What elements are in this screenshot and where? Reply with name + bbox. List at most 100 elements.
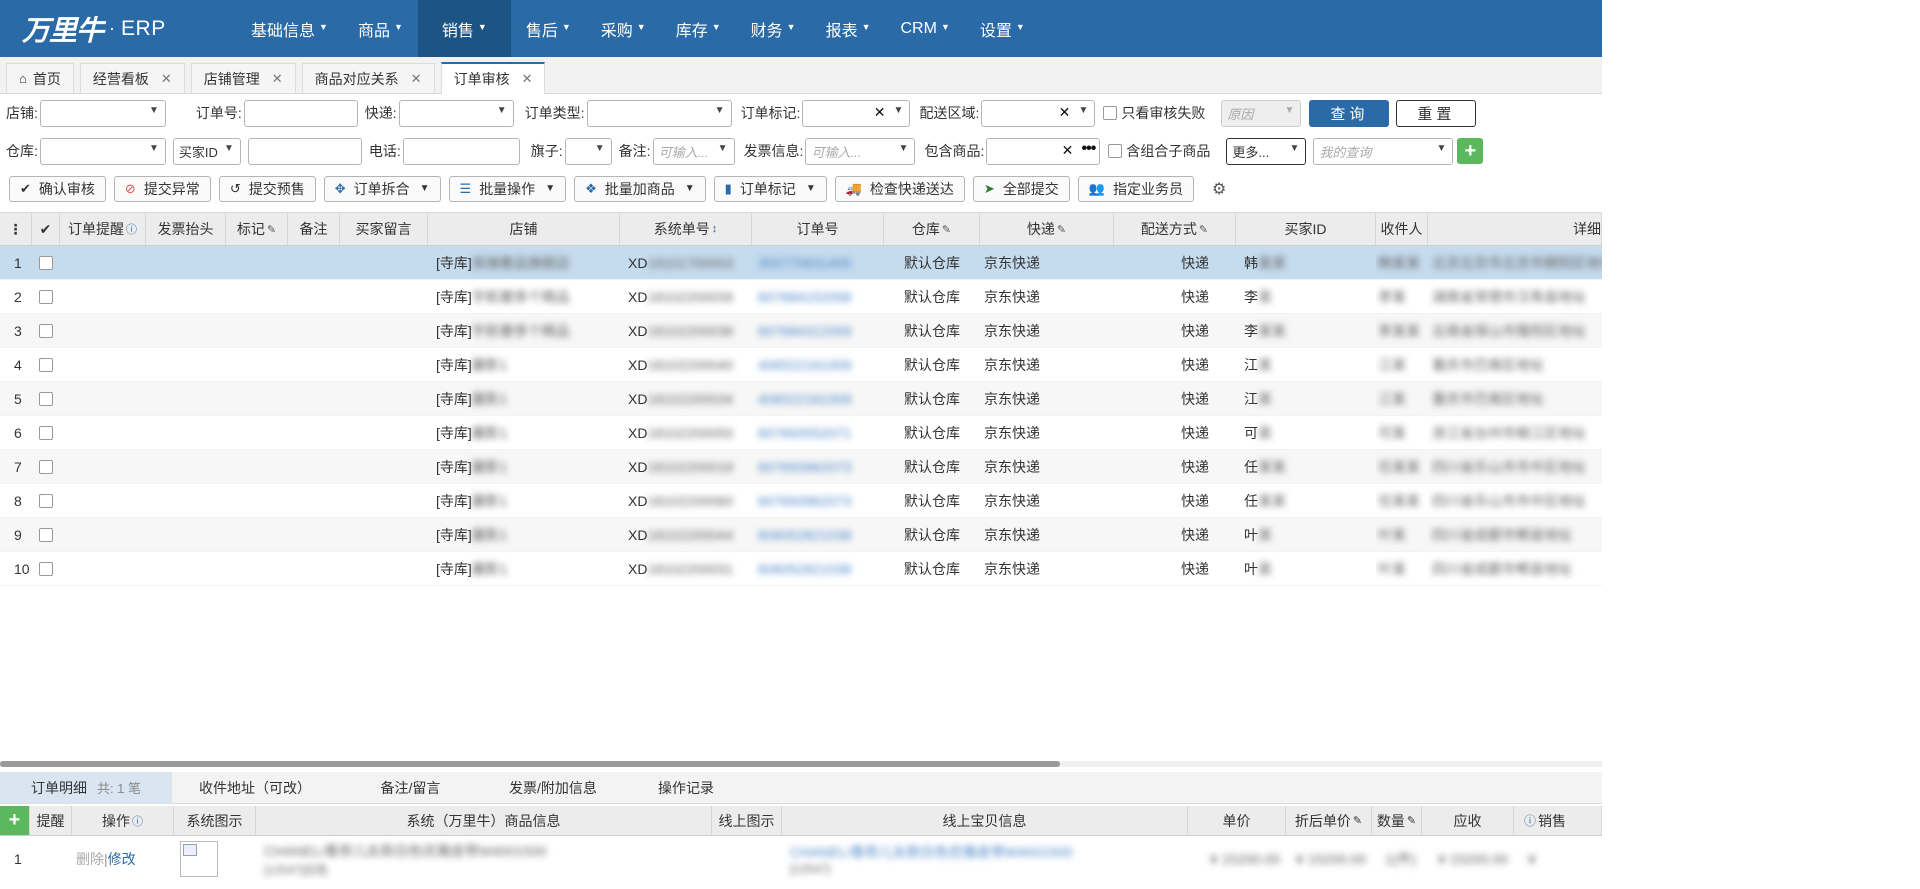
tab-order-detail[interactable]: 订单明细 共: 1 笔 <box>0 772 172 803</box>
order-type-select[interactable]: ▼ <box>586 99 732 127</box>
col-buyer-id[interactable]: 买家ID <box>1236 213 1376 245</box>
shop-select[interactable]: ▼ <box>39 99 166 127</box>
contains-goods-select[interactable]: ✕ ••• <box>986 137 1101 165</box>
close-icon[interactable]: ✕ <box>522 71 533 87</box>
add-detail-button[interactable]: + <box>0 806 30 835</box>
express-select[interactable]: ▼ <box>398 99 514 127</box>
more-dots-icon[interactable]: ••• <box>1082 140 1097 158</box>
only-failed-checkbox[interactable] <box>1103 106 1118 120</box>
dcol-unit-price[interactable]: 单价 <box>1188 806 1286 835</box>
col-mark[interactable]: 标记 ✎ <box>226 213 288 245</box>
remark-select[interactable]: 可输入... ▼ <box>652 137 735 165</box>
order-no-link[interactable]: 607693962073 <box>758 459 851 475</box>
clear-icon[interactable]: ✕ <box>874 104 886 121</box>
row-checkbox[interactable] <box>39 425 53 440</box>
horizontal-scrollbar[interactable] <box>0 761 1602 767</box>
dcol-operation[interactable]: 操作 ⓘ <box>72 806 174 835</box>
order-no-link[interactable]: 355770631400 <box>758 255 851 271</box>
col-express[interactable]: 快递 ✎ <box>980 213 1114 245</box>
gear-icon[interactable]: ⚙ <box>1212 179 1226 199</box>
phone-input[interactable] <box>402 137 520 165</box>
tab-invoice-info[interactable]: 发票/附加信息 <box>483 772 623 803</box>
add-query-button[interactable]: + <box>1457 138 1484 164</box>
dcol-system-goods-info[interactable]: 系统（万里牛）商品信息 <box>256 806 712 835</box>
search-button[interactable]: 查询 <box>1309 99 1390 127</box>
col-buyer-message[interactable]: 买家留言 <box>340 213 428 245</box>
contains-combo-checkbox[interactable] <box>1108 144 1123 158</box>
confirm-review-button[interactable]: ✔ 确认审核 <box>9 175 106 202</box>
buyer-id-input[interactable] <box>247 137 362 165</box>
row-checkbox[interactable] <box>39 357 53 372</box>
sort-icon[interactable]: ↕ <box>712 223 718 235</box>
tab-shop-management[interactable]: 店铺管理 ✕ <box>190 63 296 93</box>
buyer-id-type-select[interactable]: 买家ID ▼ <box>172 137 241 165</box>
close-icon[interactable]: ✕ <box>411 71 422 87</box>
nav-settings[interactable]: 设置 ▼ <box>965 0 1040 57</box>
nav-sales[interactable]: 销售 ▼ <box>417 0 511 57</box>
tab-remark-message[interactable]: 备注/留言 <box>338 772 483 803</box>
order-no-link[interactable]: 406522161009 <box>758 357 851 373</box>
table-row[interactable]: 1 [寺库] 高端奢品旗舰店 XD 18101700003 355770631400 默认仓… <box>0 246 1602 280</box>
invoice-select[interactable]: 可输入... ▼ <box>805 137 916 165</box>
assign-salesperson-button[interactable]: 👥 指定业务员 <box>1077 175 1194 202</box>
dcol-receivable[interactable]: 应收 <box>1422 806 1514 835</box>
order-no-link[interactable]: 406522161009 <box>758 391 851 407</box>
row-checkbox[interactable] <box>39 561 53 576</box>
table-row[interactable]: 6 [寺库] 麗影1 XD 18102200050 607693552071 默认仓库 京东快… <box>0 416 1602 450</box>
dcol-online-item-info[interactable]: 线上宝贝信息 <box>782 806 1188 835</box>
order-mark-button[interactable]: ▮ 订单标记 ▼ <box>713 175 827 202</box>
dcol-system-image[interactable]: 系统图示 <box>174 806 256 835</box>
nav-reports[interactable]: 报表 ▼ <box>811 0 886 57</box>
col-menu[interactable]: ⋮ <box>0 213 32 245</box>
col-receiver[interactable]: 收件人 <box>1376 213 1428 245</box>
dcol-sales[interactable]: ⓘ 销售 <box>1514 806 1602 835</box>
table-row[interactable]: 5 [寺库] 麗影1 XD 18102200034 406522161009 默认仓库 京东快… <box>0 382 1602 416</box>
order-no-input[interactable] <box>243 99 358 127</box>
tab-order-review[interactable]: 订单审核 ✕ <box>440 62 546 94</box>
dcol-online-image[interactable]: 线上图示 <box>712 806 782 835</box>
col-delivery-method[interactable]: 配送方式 ✎ <box>1114 213 1236 245</box>
table-row[interactable]: 8 [寺库] 麗影1 XD 18102200060 607693962073 默认仓库 京东快… <box>0 484 1602 518</box>
order-no-link[interactable]: 607693962073 <box>758 493 851 509</box>
col-system-no[interactable]: 系统单号 ↕ <box>620 213 752 245</box>
scrollbar-thumb[interactable] <box>0 761 1060 767</box>
tab-operation-log[interactable]: 操作记录 <box>623 772 749 803</box>
order-mark-select[interactable]: ✕ ▼ <box>802 99 911 127</box>
clear-icon[interactable]: ✕ <box>1062 142 1074 159</box>
table-row[interactable]: 4 [寺库] 麗影1 XD 18102200040 406522161009 默认仓库 京东快… <box>0 348 1602 382</box>
order-no-link[interactable]: 606052821038 <box>758 561 851 577</box>
row-checkbox[interactable] <box>39 493 53 508</box>
tab-home[interactable]: ⌂ 首页 <box>6 63 74 93</box>
batch-operation-button[interactable]: ☰ 批量操作 ▼ <box>448 175 567 202</box>
clear-icon[interactable]: ✕ <box>1059 104 1071 121</box>
table-row[interactable]: 2 [寺库] 宇航奢侈个精品 XD 18102200039 607684152058 默认仓… <box>0 280 1602 314</box>
order-no-link[interactable]: 606052821038 <box>758 527 851 543</box>
row-checkbox[interactable] <box>39 391 53 406</box>
col-check-all[interactable]: ✔ <box>32 213 60 245</box>
submit-presale-button[interactable]: ↺ 提交预售 <box>218 175 316 202</box>
nav-basic-info[interactable]: 基础信息 ▼ <box>236 0 343 57</box>
flag-select[interactable]: ▼ <box>564 137 612 165</box>
close-icon[interactable]: ✕ <box>161 71 172 87</box>
more-select[interactable]: 更多... ▼ <box>1226 137 1307 165</box>
col-remark[interactable]: 备注 <box>288 213 340 245</box>
col-invoice-title[interactable]: 发票抬头 <box>146 213 226 245</box>
tab-goods-mapping[interactable]: 商品对应关系 ✕ <box>301 63 435 93</box>
nav-crm[interactable]: CRM ▼ <box>886 0 965 57</box>
my-query-select[interactable]: 我的查询 ▼ <box>1313 137 1454 165</box>
dcol-reminder[interactable]: 提醒 <box>30 806 72 835</box>
row-checkbox[interactable] <box>39 289 53 304</box>
close-icon[interactable]: ✕ <box>272 71 283 87</box>
nav-finance[interactable]: 财务 ▼ <box>736 0 811 57</box>
tab-shipping-address[interactable]: 收件地址（可改） <box>172 772 338 803</box>
check-express-button[interactable]: 🚚 检查快递送达 <box>834 175 965 202</box>
detail-row[interactable]: 1 删除 | 修改 CHANEL/香奈儿女款白色优雅皮带W4001500 [1254… <box>0 838 1602 880</box>
order-no-link[interactable]: 607693552071 <box>758 425 851 441</box>
row-checkbox[interactable] <box>39 323 53 338</box>
col-shop[interactable]: 店铺 <box>428 213 620 245</box>
edit-link[interactable]: 修改 <box>108 849 136 869</box>
online-item-name[interactable]: CHANEL/香奈儿女款白色优雅皮带W4001500 <box>790 842 1072 862</box>
col-order-no[interactable]: 订单号 <box>752 213 884 245</box>
nav-goods[interactable]: 商品 ▼ <box>343 0 418 57</box>
split-merge-button[interactable]: ✥ 订单拆合 ▼ <box>323 175 441 202</box>
